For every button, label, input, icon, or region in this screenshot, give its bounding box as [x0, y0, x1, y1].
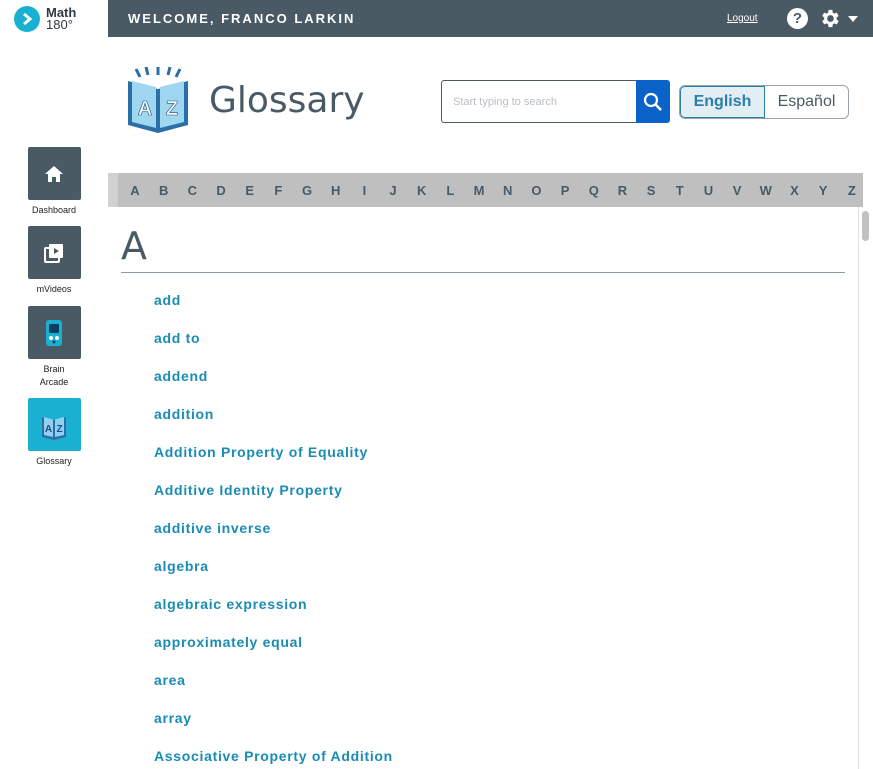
- glossary-book-icon: A Z: [128, 66, 188, 133]
- settings-dropdown-caret-icon[interactable]: [848, 16, 858, 22]
- alphabet-letter-m[interactable]: M: [472, 183, 486, 198]
- alphabet-letter-h[interactable]: H: [329, 183, 343, 198]
- language-espanol-button[interactable]: Español: [765, 86, 848, 118]
- sidebar-item-label: mVideos: [36, 284, 72, 294]
- search-input[interactable]: [441, 80, 637, 123]
- sidebar-item-label: Brain Arcade: [39, 364, 69, 387]
- section-divider: [121, 272, 845, 273]
- video-library-icon: [44, 243, 63, 263]
- sidebar-tile-glossary: A Z: [27, 398, 81, 451]
- glossary-book-icon: A Z: [42, 416, 66, 440]
- top-bar: WELCOME, FRANCO LARKIN Logout ?: [108, 0, 873, 37]
- svg-text:A: A: [138, 98, 152, 120]
- svg-text:Z: Z: [166, 98, 178, 120]
- sidebar-tile-mvideos: [27, 226, 81, 279]
- glossary-term-link[interactable]: approximately equal: [154, 634, 393, 672]
- glossary-term-link[interactable]: Addition Property of Equality: [154, 444, 393, 482]
- sidebar-item-dashboard[interactable]: Dashboard: [0, 147, 108, 217]
- alphabet-letter-r[interactable]: R: [615, 183, 629, 198]
- alphabet-letter-l[interactable]: L: [443, 183, 457, 198]
- alphabet-letter-s[interactable]: S: [644, 183, 658, 198]
- language-english-button[interactable]: English: [680, 86, 765, 118]
- alphabet-letter-i[interactable]: I: [357, 183, 371, 198]
- alphabet-letter-e[interactable]: E: [243, 183, 257, 198]
- svg-text:A: A: [45, 424, 52, 435]
- glossary-term-link[interactable]: algebraic expression: [154, 596, 393, 634]
- glossary-term-link[interactable]: add: [154, 292, 393, 330]
- alphabet-letter-p[interactable]: P: [558, 183, 572, 198]
- sidebar-tile-brain-arcade: [27, 306, 81, 359]
- logout-link[interactable]: Logout: [727, 13, 758, 24]
- logo-text: Math 180°: [46, 4, 77, 32]
- alphabet-letter-c[interactable]: C: [185, 183, 199, 198]
- help-icon[interactable]: ?: [787, 8, 808, 29]
- sidebar-item-brain-arcade[interactable]: Brain Arcade: [0, 306, 108, 389]
- alphabet-letter-k[interactable]: K: [415, 183, 429, 198]
- alphabet-letter-b[interactable]: B: [157, 183, 171, 198]
- alphabet-letter-z[interactable]: Z: [845, 183, 859, 198]
- alphabet-letter-u[interactable]: U: [701, 183, 715, 198]
- alphabet-letter-w[interactable]: W: [759, 183, 773, 198]
- alphabet-letter-q[interactable]: Q: [587, 183, 601, 198]
- gear-icon[interactable]: [818, 7, 841, 30]
- glossary-term-link[interactable]: additive inverse: [154, 520, 393, 558]
- page-title: Glossary: [209, 80, 365, 121]
- scrollbar[interactable]: [858, 207, 872, 769]
- brain-arcade-icon: [46, 319, 62, 346]
- glossary-term-link[interactable]: algebra: [154, 558, 393, 596]
- alphabet-letter-f[interactable]: F: [271, 183, 285, 198]
- alphabet-letter-a[interactable]: A: [128, 183, 142, 198]
- alphabet-letter-x[interactable]: X: [787, 183, 801, 198]
- alphabet-letter-t[interactable]: T: [673, 183, 687, 198]
- math180-logo[interactable]: Math 180°: [0, 0, 108, 37]
- sidebar-item-label: Glossary: [36, 456, 72, 466]
- scrollbar-thumb[interactable]: [862, 211, 869, 241]
- logo-chevron-icon: [14, 5, 40, 32]
- search-icon: [643, 92, 662, 111]
- alphabet-letter-y[interactable]: Y: [816, 183, 830, 198]
- glossary-term-link[interactable]: Associative Property of Addition: [154, 748, 393, 769]
- sidebar-item-glossary[interactable]: A Z Glossary: [0, 398, 108, 468]
- alphabet-letter-d[interactable]: D: [214, 183, 228, 198]
- glossary-term-link[interactable]: Additive Identity Property: [154, 482, 393, 520]
- glossary-term-link[interactable]: addend: [154, 368, 393, 406]
- svg-text:Z: Z: [56, 424, 62, 435]
- glossary-term-link[interactable]: area: [154, 672, 393, 710]
- alphabet-letter-o[interactable]: O: [529, 183, 543, 198]
- sidebar-item-mvideos[interactable]: mVideos: [0, 226, 108, 296]
- alphabet-nav: ABCDEFGHIJKLMNOPQRSTUVWXYZ: [108, 173, 863, 207]
- glossary-term-link[interactable]: add to: [154, 330, 393, 368]
- glossary-term-link[interactable]: addition: [154, 406, 393, 444]
- alphabet-strip: ABCDEFGHIJKLMNOPQRSTUVWXYZ: [118, 173, 863, 207]
- alphabet-letter-n[interactable]: N: [501, 183, 515, 198]
- language-toggle: English Español: [679, 85, 849, 119]
- alphabet-letter-j[interactable]: J: [386, 183, 400, 198]
- glossary-term-link[interactable]: array: [154, 710, 393, 748]
- glossary-term-list: add add to addend addition Addition Property…: [154, 292, 393, 769]
- alphabet-letter-v[interactable]: V: [730, 183, 744, 198]
- welcome-message: WELCOME, FRANCO LARKIN: [128, 11, 356, 26]
- home-icon: [45, 165, 63, 182]
- search-button[interactable]: [636, 80, 670, 123]
- sidebar-tile-dashboard: [27, 147, 81, 200]
- sidebar-item-label: Dashboard: [31, 205, 77, 215]
- section-heading: A: [121, 224, 147, 268]
- alphabet-letter-g[interactable]: G: [300, 183, 314, 198]
